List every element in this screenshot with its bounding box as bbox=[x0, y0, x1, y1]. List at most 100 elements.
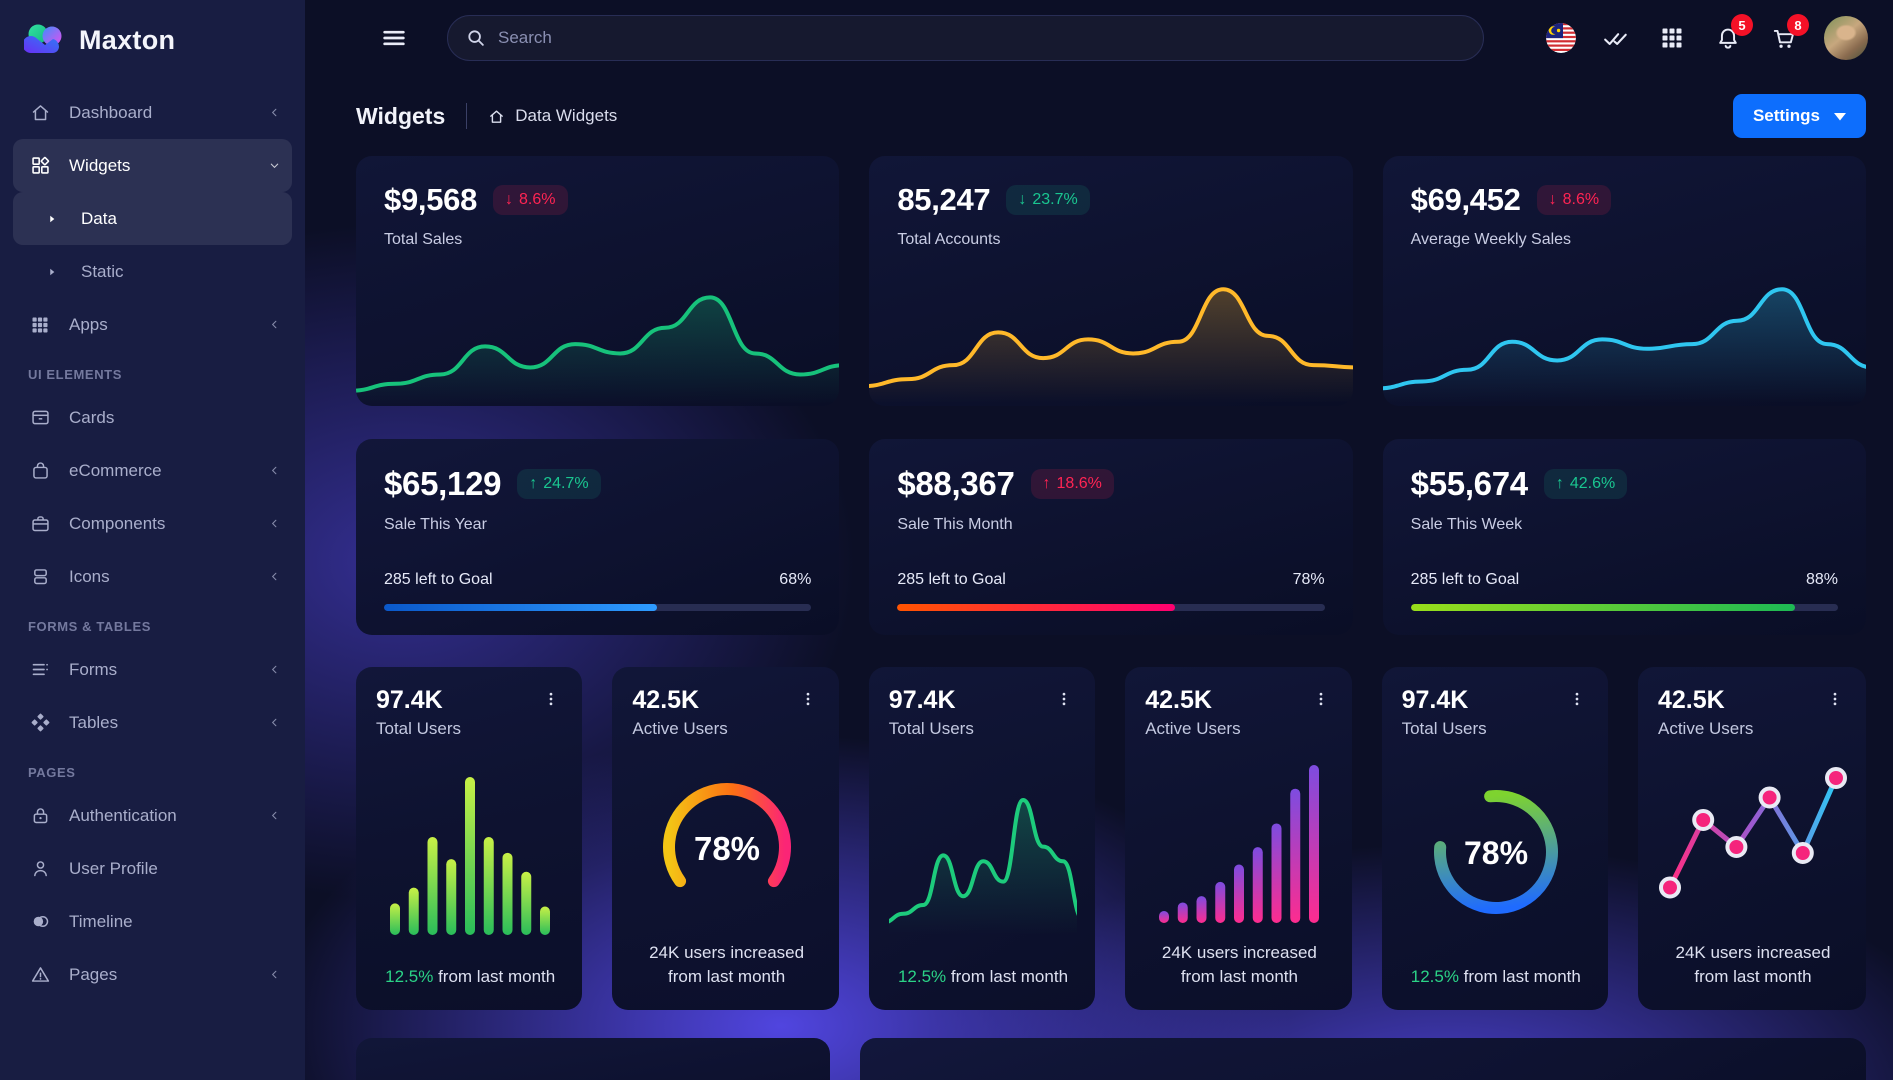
breadcrumb-item[interactable]: Data Widgets bbox=[488, 106, 617, 126]
sidebar-item-authentication[interactable]: Authentication bbox=[13, 789, 292, 842]
change-badge: ↑24.7% bbox=[517, 469, 600, 499]
sidebar-item-components[interactable]: Components bbox=[13, 497, 292, 550]
cart-icon[interactable]: 8 bbox=[1768, 20, 1800, 56]
kebab-menu-icon[interactable] bbox=[1051, 686, 1077, 712]
svg-text:78%: 78% bbox=[694, 830, 760, 867]
mini-footer: 24K users increased from last month bbox=[1662, 941, 1844, 994]
sidebar-item-icons[interactable]: Icons bbox=[13, 550, 292, 603]
brand[interactable]: Maxton bbox=[0, 0, 305, 76]
warning-icon bbox=[28, 964, 52, 985]
search-icon bbox=[465, 27, 487, 49]
sparkline-chart bbox=[356, 260, 839, 406]
sparkline-chart bbox=[1383, 260, 1866, 406]
kebab-menu-icon[interactable] bbox=[1308, 686, 1334, 712]
goal-label: Sale This Year bbox=[384, 516, 811, 534]
sidebar-item-user-profile[interactable]: User Profile bbox=[13, 842, 292, 895]
double-check-icon[interactable] bbox=[1600, 20, 1632, 56]
stat-card-total-accounts: 85,247 ↓23.7% Total Accounts bbox=[869, 156, 1352, 406]
user-icon bbox=[28, 858, 52, 879]
topbar: 5 8 bbox=[305, 0, 1893, 76]
breadcrumb: Widgets Data Widgets Settings bbox=[305, 76, 1893, 156]
mini-card-row: 97.4K Total Users 12.5% from last month … bbox=[356, 667, 1866, 1010]
chevron-left-icon bbox=[269, 319, 280, 330]
arrow-up-icon: ↑ bbox=[1556, 475, 1564, 493]
goal-card-sale-this-month: $88,367 ↑18.6% Sale This Month 285 left … bbox=[869, 439, 1352, 635]
main-content: 5 8 Widgets Data Widgets Settings $9,568 bbox=[305, 0, 1893, 1080]
widgets-icon bbox=[28, 155, 52, 176]
timeline-icon bbox=[28, 911, 52, 932]
kebab-menu-icon[interactable] bbox=[795, 686, 821, 712]
search-box bbox=[447, 15, 1484, 61]
goal-card-sale-this-week: $55,674 ↑42.6% Sale This Week 285 left t… bbox=[1383, 439, 1866, 635]
change-badge: ↓23.7% bbox=[1006, 185, 1089, 215]
partial-card bbox=[356, 1038, 830, 1080]
mini-label: Active Users bbox=[1658, 719, 1753, 739]
stat-card-total-sales: $9,568 ↓8.6% Total Sales bbox=[356, 156, 839, 406]
home-icon bbox=[488, 108, 505, 125]
settings-button[interactable]: Settings bbox=[1733, 94, 1866, 138]
user-avatar[interactable] bbox=[1824, 16, 1868, 60]
progress-track bbox=[897, 604, 1324, 611]
progress-fill bbox=[897, 604, 1175, 611]
arrow-down-icon: ↓ bbox=[505, 191, 513, 209]
goal-percent: 68% bbox=[779, 571, 811, 589]
goal-value: $88,367 bbox=[897, 465, 1014, 503]
sidebar-item-pages[interactable]: Pages bbox=[13, 948, 292, 1001]
list-icon bbox=[28, 659, 52, 680]
topbar-actions: 5 8 bbox=[1546, 16, 1868, 60]
mini-card-total-users-donut: 97.4K Total Users 78% 12.5% from last mo… bbox=[1382, 667, 1608, 1010]
sidebar-item-dashboard[interactable]: Dashboard bbox=[13, 86, 292, 139]
partial-card-row bbox=[356, 1038, 1866, 1080]
mini-card-active-users-bars: 42.5K Active Users 24K users increased f… bbox=[1125, 667, 1351, 1010]
goal-card-row: $65,129 ↑24.7% Sale This Year 285 left t… bbox=[356, 439, 1866, 635]
apps-grid-icon[interactable] bbox=[1656, 20, 1688, 56]
apps-icon bbox=[28, 315, 52, 335]
malaysia-flag-icon[interactable] bbox=[1546, 23, 1576, 53]
caret-right-icon bbox=[40, 265, 64, 279]
line-chart bbox=[889, 765, 1077, 940]
sidebar-item-apps[interactable]: Apps bbox=[13, 298, 292, 351]
widgets-content: $9,568 ↓8.6% Total Sales 85,247 ↓23.7% T… bbox=[305, 156, 1893, 1080]
chevron-left-icon bbox=[269, 571, 280, 582]
sidebar-item-widgets[interactable]: Widgets bbox=[13, 139, 292, 192]
mini-label: Total Users bbox=[376, 719, 461, 739]
goal-label: Sale This Month bbox=[897, 516, 1324, 534]
sidebar-item-cards[interactable]: Cards bbox=[13, 391, 292, 444]
bell-icon[interactable]: 5 bbox=[1712, 20, 1744, 56]
sidebar-item-tables[interactable]: Tables bbox=[13, 696, 292, 749]
kebab-menu-icon[interactable] bbox=[538, 686, 564, 712]
lock-icon bbox=[28, 805, 52, 826]
menu-icon[interactable] bbox=[377, 20, 411, 56]
arrow-down-icon: ↓ bbox=[1549, 191, 1557, 209]
mini-card-total-users-bars: 97.4K Total Users 12.5% from last month bbox=[356, 667, 582, 1010]
mini-label: Total Users bbox=[889, 719, 974, 739]
stat-card-average-weekly-sales: $69,452 ↓8.6% Average Weekly Sales bbox=[1383, 156, 1866, 406]
search-input[interactable] bbox=[447, 15, 1484, 61]
kebab-menu-icon[interactable] bbox=[1564, 686, 1590, 712]
chevron-left-icon bbox=[269, 465, 280, 476]
arrow-up-icon: ↑ bbox=[1043, 475, 1051, 493]
sidebar-item-timeline[interactable]: Timeline bbox=[13, 895, 292, 948]
progress-fill bbox=[384, 604, 657, 611]
mini-card-active-users-gauge: 42.5K Active Users 78% 24K users increas… bbox=[612, 667, 838, 1010]
sidebar-item-data[interactable]: Data bbox=[13, 192, 292, 245]
stat-value: $9,568 bbox=[384, 182, 477, 218]
chevron-left-icon bbox=[269, 810, 280, 821]
stat-value: $69,452 bbox=[1411, 182, 1521, 218]
chevron-left-icon bbox=[269, 664, 280, 675]
progress-track bbox=[384, 604, 811, 611]
sidebar-section-pages: PAGES bbox=[28, 765, 277, 780]
change-badge: ↓8.6% bbox=[493, 185, 567, 215]
kebab-menu-icon[interactable] bbox=[1822, 686, 1848, 712]
stat-value: 85,247 bbox=[897, 182, 990, 218]
stat-label: Average Weekly Sales bbox=[1411, 231, 1838, 249]
sidebar-item-static[interactable]: Static bbox=[13, 245, 292, 298]
mini-value: 42.5K bbox=[1145, 686, 1240, 715]
progress-fill bbox=[1411, 604, 1796, 611]
sidebar-item-ecommerce[interactable]: eCommerce bbox=[13, 444, 292, 497]
caret-down-icon bbox=[1834, 112, 1846, 121]
goal-text: 285 left to Goal bbox=[384, 571, 493, 589]
sidebar-item-forms[interactable]: Forms bbox=[13, 643, 292, 696]
chevron-left-icon bbox=[269, 969, 280, 980]
mini-card-active-users-scatter: 42.5K Active Users 24K users increased f… bbox=[1638, 667, 1866, 1010]
